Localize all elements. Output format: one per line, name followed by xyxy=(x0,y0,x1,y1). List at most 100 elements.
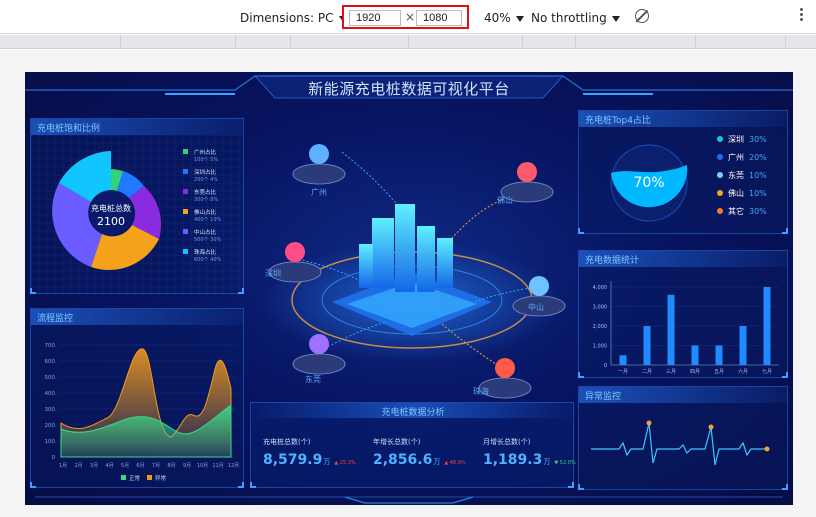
stat-unit: 万 xyxy=(323,458,331,466)
stat-item: 月增长总数(个) 1,189.3万 ▼ 52.0% xyxy=(483,437,588,468)
rotate-icon[interactable] xyxy=(635,9,649,23)
top4-item-value: 10% xyxy=(749,189,767,198)
x-tick-label: 4月 xyxy=(105,463,113,469)
stat-item: 充电桩总数(个) 8,579.9万 ▲ 25.3% xyxy=(263,437,368,468)
list-bullet xyxy=(717,190,723,196)
top4-item-name: 佛山 xyxy=(728,188,744,198)
bar xyxy=(739,326,747,365)
legend-sub: 400个 10% xyxy=(194,217,221,223)
y-tick-label: 300 xyxy=(45,407,56,413)
x-tick-label: 6月 xyxy=(136,463,144,469)
y-tick-label: 700 xyxy=(45,343,56,349)
width-input[interactable]: 1920 xyxy=(349,10,401,26)
stat-change: ▲ 48.9% xyxy=(444,460,466,466)
legend-label: 中山占比 xyxy=(194,228,217,236)
top4-item-value: 10% xyxy=(749,171,767,180)
stat-change: ▲ 25.3% xyxy=(334,460,356,466)
top4-item-name: 其它 xyxy=(728,206,744,216)
top4-item-value: 20% xyxy=(749,153,767,162)
ratio-donut-chart: 充电桩总数 2100 广州占比100个 5% 深圳占比200个 4% 东莞占比300… xyxy=(31,135,243,295)
bar xyxy=(667,294,675,365)
x-tick-label: 五月 xyxy=(714,369,724,375)
times-sign: × xyxy=(405,10,416,24)
legend-label: 深圳占比 xyxy=(194,168,217,176)
city-label-dongguan: 东莞 xyxy=(305,375,321,384)
legend-swatch xyxy=(183,149,188,154)
x-tick-label: 11月 xyxy=(212,463,223,469)
top4-panel-title: 充电桩Top4占比 xyxy=(579,111,787,127)
flow-area-chart: 700 600 500 400 300 200 100 01月 2月 3月 4月 5月 6月 7月 8月 9月… xyxy=(45,343,240,482)
top4-item-name: 深圳 xyxy=(728,134,744,144)
legend-swatch xyxy=(183,209,188,214)
legend-label: 东莞占比 xyxy=(194,188,217,196)
throttling-dropdown[interactable]: No throttling xyxy=(531,11,620,25)
x-tick-label: 9月 xyxy=(183,463,191,469)
media-query-ruler[interactable] xyxy=(0,35,816,49)
legend-sub: 600个 40% xyxy=(194,257,221,263)
device-viewport: 新能源充电桩数据可视化平台 充电桩饱和比例 充电桩总数 2100 广州占比 100… xyxy=(0,50,816,517)
count-panel-title: 充电数据统计 xyxy=(579,251,787,267)
y-tick-label: 2,000 xyxy=(593,324,607,330)
stat-value: 2,856.6 xyxy=(373,452,433,468)
y-tick-label: 400 xyxy=(45,391,56,397)
stat-unit: 万 xyxy=(433,458,441,466)
x-tick-label: 三月 xyxy=(666,369,676,375)
x-tick-label: 12月 xyxy=(228,463,239,469)
list-bullet xyxy=(717,154,723,160)
devtools-device-toolbar: Dimensions: PC 1920 × 1080 40% No thrott… xyxy=(0,0,816,34)
stat-label: 充电桩总数(个) xyxy=(263,438,311,446)
y-tick-label: 100 xyxy=(45,439,56,445)
x-tick-label: 六月 xyxy=(738,368,748,375)
page-title: 新能源充电桩数据可视化平台 xyxy=(308,80,510,98)
x-tick-label: 10月 xyxy=(197,463,208,469)
bar xyxy=(619,355,627,365)
stat-label: 月增长总数(个) xyxy=(483,438,531,446)
footer-frame xyxy=(35,496,783,504)
top4-gauge: 70% 深圳 30% 广州 20% 东莞 10% 佛山 10% 其它 30% xyxy=(610,134,767,222)
stat-change: ▼ 52.0% xyxy=(554,460,576,466)
top4-item-value: 30% xyxy=(749,207,767,216)
y-tick-label: 3,000 xyxy=(593,305,607,311)
more-options-icon[interactable] xyxy=(800,8,803,24)
count-panel: 充电数据统计 4,000 3,000 2,000 1,000 0 一月 二月 三月 四月 五月 六月… xyxy=(578,250,788,378)
dimensions-label: Dimensions: PC xyxy=(240,11,334,25)
y-tick-label: 200 xyxy=(45,423,56,429)
legend-swatch xyxy=(121,475,126,480)
alarm-panel: 异常监控 xyxy=(578,386,788,490)
zoom-dropdown[interactable]: 40% xyxy=(484,11,524,25)
x-tick-label: 8月 xyxy=(167,463,175,469)
city-label-zhuhai: 珠海 xyxy=(473,387,489,396)
ratio-panel: 充电桩饱和比例 充电桩总数 2100 广州占比 100个 5% 深圳占比 200个 4… xyxy=(30,118,244,295)
height-input[interactable]: 1080 xyxy=(416,10,462,26)
donut-center-value: 2100 xyxy=(97,215,125,228)
dimensions-dropdown[interactable]: Dimensions: PC xyxy=(240,11,347,25)
x-tick-label: 四月 xyxy=(690,369,700,375)
x-tick-label: 一月 xyxy=(618,369,628,375)
list-bullet xyxy=(717,208,723,214)
analysis-panel-title: 充电桩数据分析 xyxy=(251,403,575,418)
city-label-foshan: 佛山 xyxy=(497,196,513,205)
x-tick-label: 5月 xyxy=(121,463,129,469)
ratio-panel-title: 充电桩饱和比例 xyxy=(31,119,243,135)
stat-label: 年增长总数(个) xyxy=(373,438,421,446)
throttling-label: No throttling xyxy=(531,11,607,25)
bar xyxy=(643,326,651,365)
list-bullet xyxy=(717,136,723,142)
chevron-down-icon xyxy=(515,15,524,22)
legend-swatch xyxy=(183,249,188,254)
analysis-panel: 充电桩数据分析 充电桩总数(个) 8,579.9万 ▲ 25.3% 年增长总数(个) 2… xyxy=(250,402,576,488)
stat-value: 8,579.9 xyxy=(263,452,323,468)
city-node-guangzhou[interactable] xyxy=(292,144,346,185)
legend-label: 佛山占比 xyxy=(194,208,217,216)
legend-label: 正常 xyxy=(129,474,141,482)
chevron-down-icon xyxy=(611,15,620,22)
city-map-visual xyxy=(262,144,566,399)
x-tick-label: 7月 xyxy=(152,463,160,469)
alarm-waveform xyxy=(591,420,770,466)
y-tick-label: 500 xyxy=(45,375,56,381)
donut-center-label: 充电桩总数 xyxy=(91,203,131,213)
stat-value: 1,189.3 xyxy=(483,452,543,468)
legend-sub: 200个 4% xyxy=(194,177,218,183)
city-label-guangzhou: 广州 xyxy=(311,188,327,197)
alarm-panel-title: 异常监控 xyxy=(579,387,787,403)
